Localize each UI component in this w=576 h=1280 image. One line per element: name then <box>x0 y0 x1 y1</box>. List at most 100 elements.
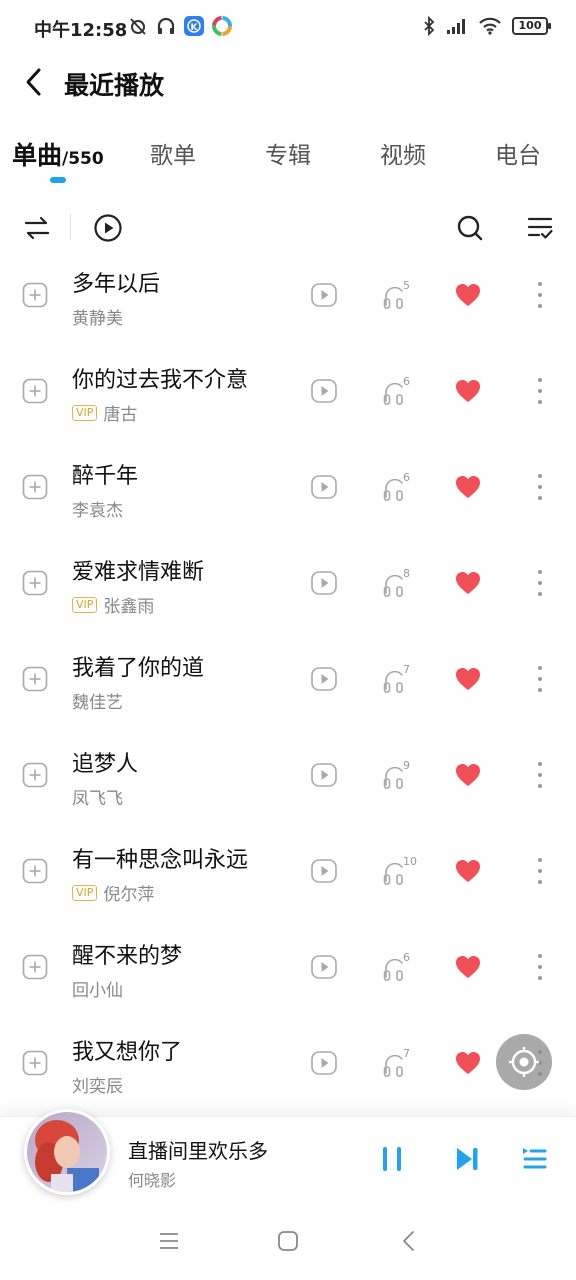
song-row[interactable]: 多年以后 黄静美 5 <box>0 248 576 344</box>
nav-menu-button[interactable] <box>154 1226 184 1256</box>
battery-indicator: 100 <box>512 17 551 35</box>
tab-singles[interactable]: 单曲/550 <box>12 136 104 172</box>
add-to-playlist-button[interactable] <box>22 570 48 596</box>
sound-quality-button[interactable]: 7 <box>382 1047 416 1077</box>
song-row[interactable]: 我着了你的道 魏佳艺 7 <box>0 632 576 728</box>
sound-quality-button[interactable]: 6 <box>382 375 416 405</box>
back-arrow-icon <box>26 68 41 96</box>
more-dot <box>538 378 542 382</box>
sound-quality-number: 8 <box>403 567 410 580</box>
manage-list-button[interactable] <box>522 210 558 246</box>
album-art[interactable] <box>24 1109 110 1195</box>
sound-quality-button[interactable]: 8 <box>382 567 416 597</box>
mv-button[interactable] <box>310 570 338 596</box>
next-track-button[interactable] <box>451 1143 483 1175</box>
song-row[interactable]: 追梦人 凤飞飞 9 <box>0 728 576 824</box>
shuffle-button[interactable] <box>19 210 55 246</box>
more-options-button[interactable] <box>530 374 550 408</box>
more-dot <box>538 389 542 393</box>
tab-videos[interactable]: 视频 <box>380 136 426 170</box>
song-title: 醉千年 <box>72 464 139 489</box>
like-button[interactable] <box>454 378 482 404</box>
more-options-button[interactable] <box>530 470 550 504</box>
home-square-icon <box>278 1231 298 1251</box>
app-colorful-icon <box>212 16 232 36</box>
add-to-playlist-button[interactable] <box>22 762 48 788</box>
add-to-playlist-button[interactable] <box>22 378 48 404</box>
header: 最近播放 <box>0 56 576 112</box>
more-dot <box>538 400 542 404</box>
locate-current-button[interactable] <box>496 1034 552 1090</box>
tab-albums[interactable]: 专辑 <box>265 136 311 170</box>
song-row[interactable]: 爱难求情难断 VIP 张鑫雨 8 <box>0 536 576 632</box>
add-icon <box>22 762 48 788</box>
like-button[interactable] <box>454 282 482 308</box>
playlist-queue-button[interactable] <box>518 1143 550 1175</box>
add-to-playlist-button[interactable] <box>22 954 48 980</box>
more-options-button[interactable] <box>530 566 550 600</box>
sound-quality-button[interactable]: 5 <box>382 279 416 309</box>
like-button[interactable] <box>454 570 482 596</box>
nav-back-button[interactable] <box>394 1226 424 1256</box>
like-button[interactable] <box>454 474 482 500</box>
now-playing-bar[interactable]: 直播间里欢乐多 何晓影 <box>0 1109 576 1202</box>
tab-radio[interactable]: 电台 <box>495 136 541 170</box>
sound-quality-button[interactable]: 9 <box>382 759 416 789</box>
like-button[interactable] <box>454 858 482 884</box>
mv-button[interactable] <box>310 858 338 884</box>
mv-button[interactable] <box>310 378 338 404</box>
status-time: 中午12:58 <box>34 20 128 41</box>
play-all-icon <box>94 214 122 242</box>
more-options-button[interactable] <box>530 662 550 696</box>
like-button[interactable] <box>454 762 482 788</box>
more-options-button[interactable] <box>530 950 550 984</box>
sound-quality-number: 7 <box>403 1047 410 1060</box>
like-button[interactable] <box>454 666 482 692</box>
album-cover-image <box>27 1112 107 1192</box>
vip-badge: VIP <box>72 404 98 421</box>
sound-quality-button[interactable]: 7 <box>382 663 416 693</box>
add-to-playlist-button[interactable] <box>22 282 48 308</box>
playlist-queue-icon <box>523 1148 547 1169</box>
heart-icon <box>456 764 480 786</box>
more-options-button[interactable] <box>530 278 550 312</box>
song-row[interactable]: 醒不来的梦 回小仙 6 <box>0 920 576 1016</box>
sound-quality-button[interactable]: 6 <box>382 951 416 981</box>
like-button[interactable] <box>454 954 482 980</box>
mv-button[interactable] <box>310 282 338 308</box>
mv-button[interactable] <box>310 762 338 788</box>
heart-icon <box>456 380 480 402</box>
add-icon <box>22 666 48 692</box>
more-options-button[interactable] <box>530 854 550 888</box>
mv-button[interactable] <box>310 666 338 692</box>
add-to-playlist-button[interactable] <box>22 474 48 500</box>
search-button[interactable] <box>452 210 488 246</box>
more-options-button[interactable] <box>530 758 550 792</box>
pause-button[interactable] <box>376 1143 408 1175</box>
sound-quality-button[interactable]: 6 <box>382 471 416 501</box>
nav-home-button[interactable] <box>273 1226 303 1256</box>
add-to-playlist-button[interactable] <box>22 1050 48 1076</box>
song-artist: 刘奕辰 <box>72 1077 123 1097</box>
add-to-playlist-button[interactable] <box>22 666 48 692</box>
play-all-button[interactable] <box>90 210 126 246</box>
mv-button[interactable] <box>310 1050 338 1076</box>
video-play-icon <box>311 475 337 499</box>
add-to-playlist-button[interactable] <box>22 858 48 884</box>
song-artist: 凤飞飞 <box>72 789 123 809</box>
toolbar-divider <box>70 214 71 240</box>
song-row[interactable]: 醉千年 李袁杰 6 <box>0 440 576 536</box>
like-button[interactable] <box>454 1050 482 1076</box>
song-row[interactable]: 你的过去我不介意 VIP 唐古 6 <box>0 344 576 440</box>
song-artist-line: VIP 唐古 <box>72 400 137 425</box>
svg-text:K: K <box>191 23 199 33</box>
more-dot <box>538 474 542 478</box>
sound-quality-button[interactable]: 10 <box>382 855 417 885</box>
song-row[interactable]: 我又想你了 刘奕辰 7 <box>0 1016 576 1112</box>
mv-button[interactable] <box>310 954 338 980</box>
song-row[interactable]: 有一种思念叫永远 VIP 倪尔萍 10 <box>0 824 576 920</box>
tab-playlists[interactable]: 歌单 <box>150 136 196 170</box>
back-button[interactable] <box>18 64 50 100</box>
mv-button[interactable] <box>310 474 338 500</box>
vip-badge: VIP <box>72 596 98 613</box>
